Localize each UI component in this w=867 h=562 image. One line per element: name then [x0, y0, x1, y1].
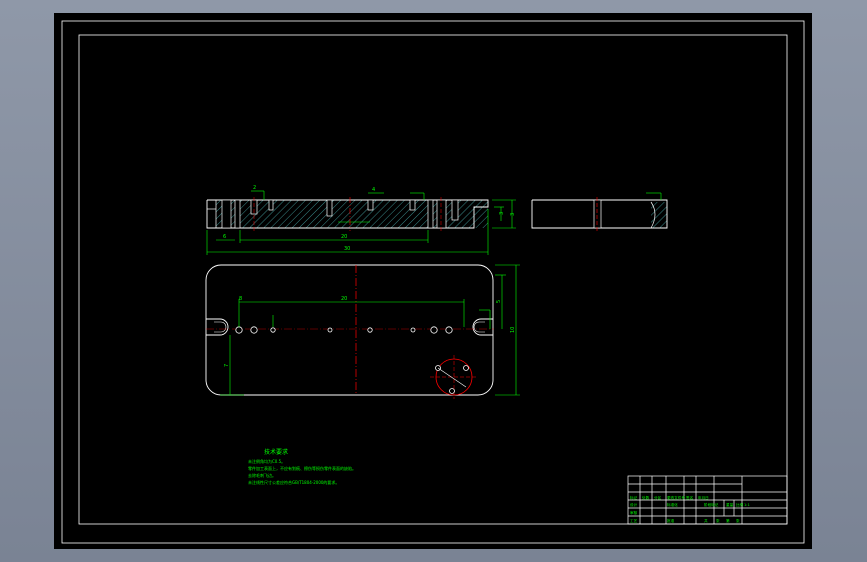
tb-cell-9: 工艺 [630, 518, 638, 523]
tb-cell-13: 比例 [736, 502, 744, 507]
technical-notes: 技术要求 未注倒角均为C0.5。 零件加工表面上，不应有划痕、擦伤等损伤零件表面… [248, 448, 356, 485]
tb-cell-16: 张 [716, 518, 720, 523]
tb-cell-14: 1:1 [744, 503, 750, 507]
drawing-sheet: 30 20 6 3 3 2 4 20 8 10 5 7 技术要求 未注倒角均为C… [54, 13, 812, 549]
notes-line-3: 去除毛刺飞边。 [248, 472, 276, 478]
notes-title: 技术要求 [264, 448, 288, 456]
notes-line-4: 未注线性尺寸公差应符合GB/T1804-2000的要求。 [248, 479, 339, 485]
tb-cell-12: 重量 [726, 502, 734, 507]
dim-plan-left: 8 [239, 296, 242, 302]
dim-plan-side2: 7 [224, 364, 230, 367]
tb-cell-8: 审核 [630, 510, 638, 515]
inner-border [78, 34, 788, 525]
dim-plan-side: 5 [496, 300, 502, 303]
side-view [531, 192, 668, 231]
front-section-view: 30 20 6 3 3 2 4 [206, 185, 516, 255]
dim-right-top: 3 [499, 212, 505, 215]
dim-overall-length: 30 [344, 246, 350, 252]
tb-cell-0: 标记 [630, 495, 638, 500]
plan-view: 20 8 10 5 7 [205, 264, 520, 399]
title-block [627, 475, 788, 525]
dim-side-height: 3 [510, 213, 516, 216]
tb-cell-1: 处数 [642, 495, 650, 500]
tb-cell-6: 设计 [630, 502, 638, 507]
tb-cell-5: 年月日 [698, 495, 709, 500]
tb-cell-7: 标准化 [667, 502, 678, 507]
cad-drawing: 30 20 6 3 3 2 4 20 8 10 5 7 技术要求 未注倒角均为C… [61, 20, 805, 544]
left-u-slot [206, 318, 229, 336]
dim-plan-top: 20 [341, 296, 347, 302]
dim-plan-height: 10 [510, 327, 516, 333]
tb-cell-2: 分区 [654, 495, 662, 500]
notes-line-2: 零件加工表面上，不应有划痕、擦伤等损伤零件表面的缺陷。 [248, 465, 356, 471]
tb-cell-4: 签名 [686, 495, 694, 500]
tb-cell-17: 第 [726, 518, 730, 523]
dim-left-offset: 6 [223, 234, 226, 240]
dim-hole-top: 2 [253, 185, 256, 191]
dim-middle-length: 20 [341, 234, 347, 240]
dim-hole-mid: 4 [372, 187, 375, 193]
tb-cell-18: 张 [736, 518, 740, 523]
tb-cell-11: 阶段标记 [704, 502, 719, 507]
notes-line-1: 未注倒角均为C0.5。 [248, 458, 285, 464]
tb-cell-15: 共 [704, 518, 708, 523]
tb-cell-10: 批准 [667, 518, 675, 523]
tb-cell-3: 更改文件号 [667, 495, 685, 500]
outer-border [61, 20, 805, 544]
